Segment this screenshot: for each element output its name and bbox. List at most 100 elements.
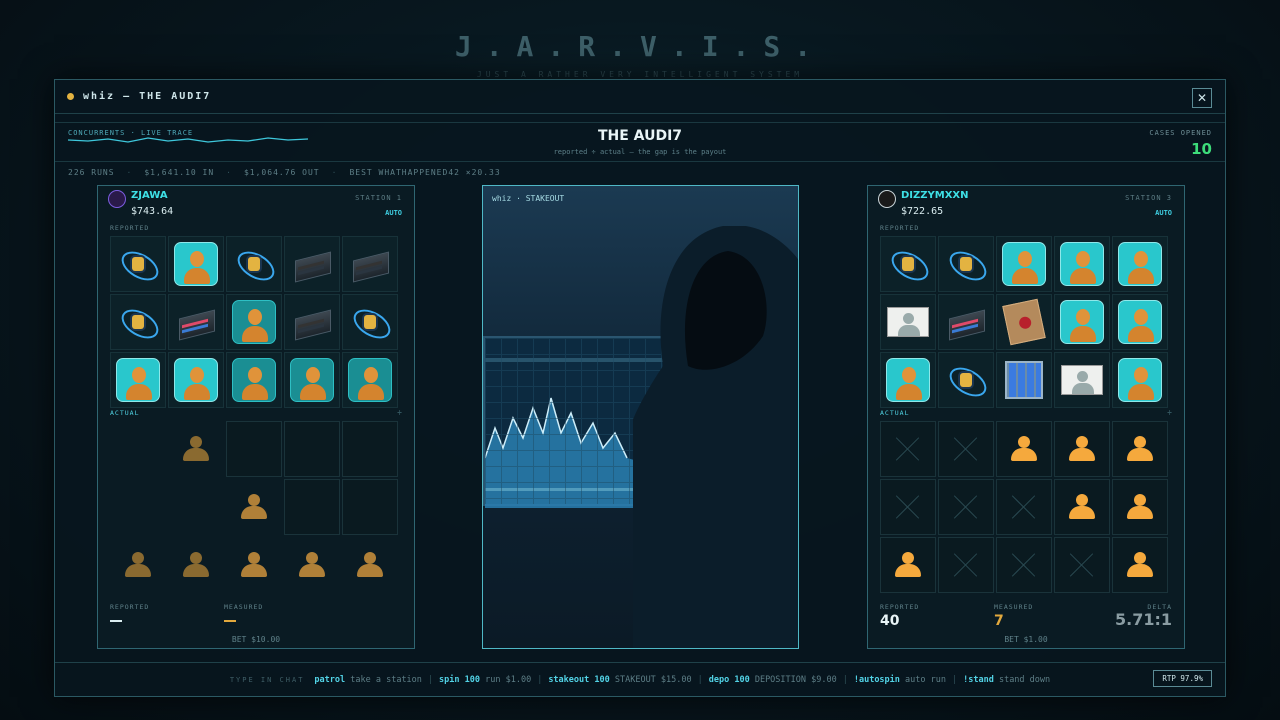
person-icon [290, 358, 334, 402]
person-silhouette-icon [1009, 436, 1039, 462]
symbol-cell [1112, 236, 1168, 292]
rtp-badge: RTP 97.9% [1153, 670, 1212, 687]
stat-out: $1,064.76 OUT [243, 168, 320, 177]
collapse-icon[interactable]: ÷ [1167, 408, 1172, 417]
symbol-cell [226, 421, 282, 477]
command-patrol[interactable]: patrol take a station [314, 675, 422, 685]
bg-subtitle: JUST A RATHER VERY INTELLIGENT SYSTEM [476, 70, 804, 79]
symbol-cell [342, 537, 398, 593]
symbol-cell [110, 352, 166, 408]
symbol-cell [168, 537, 224, 593]
auto-badge[interactable]: AUTO [1155, 209, 1172, 217]
symbol-cell [342, 294, 398, 350]
reported-section-label: REPORTED [110, 224, 150, 232]
atom-lock-icon [348, 300, 392, 344]
collapse-icon[interactable]: ÷ [397, 408, 402, 417]
symbol-cell [880, 352, 936, 408]
symbol-cell [938, 236, 994, 292]
command-autospin[interactable]: !autospin auto run [854, 675, 946, 685]
symbol-cell [284, 352, 340, 408]
symbol-cell [1054, 421, 1110, 477]
symbol-cell [226, 294, 282, 350]
station-label: STATION 3 [1125, 194, 1172, 202]
symbol-cell [284, 537, 340, 593]
symbol-cell [342, 236, 398, 292]
symbol-cell [938, 421, 994, 477]
symbol-cell [938, 537, 994, 593]
stat-best: BEST WHATHAPPENED42 ×20.33 [349, 168, 501, 177]
server-icon [290, 300, 334, 344]
symbol-cell [110, 479, 166, 535]
symbol-cell [996, 236, 1052, 292]
symbol-cell [342, 352, 398, 408]
symbol-cell [1054, 294, 1110, 350]
person-silhouette-icon [355, 552, 385, 578]
symbol-cell [880, 294, 936, 350]
cases-opened-label: CASES OPENED [1149, 129, 1212, 137]
symbol-cell [880, 479, 936, 535]
reported-section-label: REPORTED [880, 224, 920, 232]
symbol-cell [342, 479, 398, 535]
symbol-cell [1054, 479, 1110, 535]
command-spin[interactable]: spin 100 run $1.00 [439, 675, 531, 685]
person-silhouette-icon [1067, 494, 1097, 520]
type-in-chat-label: TYPE IN CHAT [229, 675, 305, 684]
player-balance: $722.65 [901, 206, 944, 217]
player-name: ZJAWA [131, 190, 168, 201]
footer-measured-label: MEASURED [994, 603, 1034, 611]
auto-badge[interactable]: AUTO [385, 209, 402, 217]
measured-dash [224, 620, 236, 622]
atom-lock-icon [944, 358, 988, 402]
close-icon: ✕ [1196, 91, 1208, 105]
empty-x-icon [953, 494, 979, 520]
symbol-cell [996, 537, 1052, 593]
symbol-cell [284, 294, 340, 350]
chat-command-bar: TYPE IN CHAT patrol take a station | spi… [55, 662, 1225, 696]
command-depo[interactable]: depo 100 DEPOSITION $9.00 [709, 675, 837, 685]
symbol-cell [1054, 352, 1110, 408]
empty-x-icon [1011, 552, 1037, 578]
symbol-cell [1112, 537, 1168, 593]
symbol-cell [168, 479, 224, 535]
command-stakeout[interactable]: stakeout 100 STAKEOUT $15.00 [548, 675, 691, 685]
server-icon [944, 300, 988, 344]
person-silhouette-icon [181, 436, 211, 462]
symbol-cell [168, 421, 224, 477]
symbol-cell [226, 479, 282, 535]
id-card-icon [1061, 365, 1103, 395]
symbol-cell [168, 236, 224, 292]
close-button[interactable]: ✕ [1192, 88, 1212, 108]
person-icon [1002, 242, 1046, 286]
person-icon [348, 358, 392, 402]
person-silhouette-icon [297, 552, 327, 578]
player-balance: $743.64 [131, 206, 174, 217]
footer-reported-value: 40 [880, 613, 900, 629]
person-silhouette-icon [123, 552, 153, 578]
symbol-cell [226, 352, 282, 408]
station-1-panel: ZJAWA $743.64 STATION 1 AUTO REPORTED AC… [97, 185, 415, 649]
symbol-cell [880, 421, 936, 477]
command-stand[interactable]: !stand stand down [963, 675, 1050, 685]
stakeout-label: whiz · STAKEOUT [492, 194, 565, 203]
person-icon [232, 300, 276, 344]
hooded-figure-image [633, 226, 798, 648]
reported-grid [880, 236, 1168, 408]
footer-measured-label: MEASURED [224, 603, 264, 611]
person-silhouette-icon [1125, 552, 1155, 578]
stats-bar: 226 RUNS · $1,641.10 IN · $1,064.76 OUT … [68, 168, 501, 177]
empty-x-icon [895, 494, 921, 520]
actual-grid [880, 421, 1168, 593]
symbol-cell [996, 294, 1052, 350]
person-icon [1060, 242, 1104, 286]
footer-measured-value: 7 [994, 613, 1004, 629]
symbol-cell [110, 236, 166, 292]
symbol-cell [284, 421, 340, 477]
empty-x-icon [1069, 552, 1095, 578]
person-icon [116, 358, 160, 402]
avatar [878, 190, 896, 208]
symbol-cell [996, 421, 1052, 477]
titlebar: whiz — THE AUDI7 [55, 80, 1225, 114]
atom-lock-icon [116, 242, 160, 286]
person-silhouette-icon [239, 552, 269, 578]
game-subtitle: reported ÷ actual — the gap is the payou… [553, 148, 727, 156]
